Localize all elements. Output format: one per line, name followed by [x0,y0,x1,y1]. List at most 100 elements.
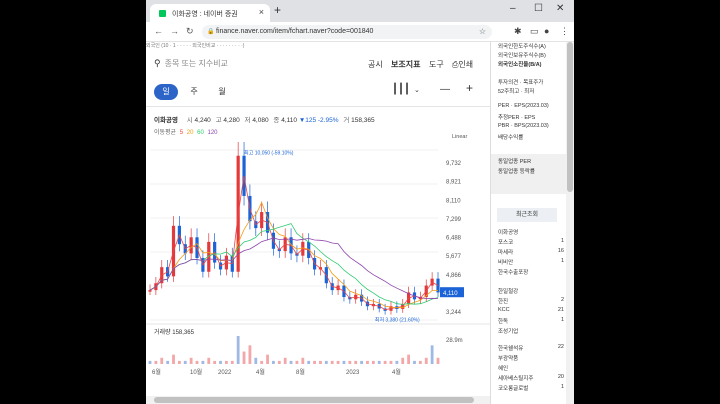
browser-tab[interactable]: 이화공영 : 네이버 증권 × [150,4,270,22]
price-chart[interactable]: 9,732 8,921 8,110 7,299 6,488 5,677 4,866 3,244… [146,142,490,404]
ma-label: 이동평균 [154,130,177,136]
reload-icon[interactable]: ↻ [186,26,194,37]
open-value: 4,240 [194,117,211,124]
bookmark-star-icon[interactable]: ☆ [479,27,486,36]
extensions-icon[interactable]: ✱ [514,26,522,37]
volume-bar [260,360,264,364]
volume-bar [324,360,328,364]
volume-bar [272,360,275,364]
x-tick-label: 2022 [218,370,232,376]
volume-bar [242,351,246,364]
forward-icon[interactable]: → [170,26,179,36]
close-window-icon[interactable]: ✕ [556,3,564,14]
volume-bar [348,360,352,364]
volume-bar [430,345,434,364]
recent-item[interactable]: 혜인 [498,364,508,372]
ma-20[interactable]: 20 [187,130,194,136]
profile-icon[interactable]: ● [544,26,549,36]
menu-print[interactable]: ⎙인쇄 [452,59,473,70]
recent-item[interactable]: 부광약품 [498,354,518,362]
naver-favicon-icon [159,10,166,17]
volume-bar [289,360,293,364]
sidebar-scrollbar[interactable] [566,42,574,404]
compare-search[interactable]: ⚲ 종목 또는 지수비교 [154,58,228,69]
volume-bar [354,360,358,364]
recent-title: 최근조회 [497,208,557,222]
scroll-thumb[interactable] [567,42,573,192]
volume-bar [383,360,387,364]
recent-item-count: 1 [560,258,564,264]
volume-bar [172,354,175,364]
ma-120[interactable]: 120 [208,130,218,136]
sidepanel-icon[interactable]: ▭ [530,26,539,37]
recent-item[interactable]: 코오롱글로벌 [498,384,528,392]
industry-per: 동일업종 PER [498,159,532,165]
tab-day[interactable]: 일 [154,84,178,100]
recent-item[interactable]: KCC [498,307,510,313]
stock-name: 이화공영 [154,117,178,124]
volume-bar [183,360,187,364]
menu-tools[interactable]: 도구 [429,59,444,70]
volume-bar [418,360,422,364]
top-strip: 외국인 (10 · 1 · · · · · 외국인비교 · · · · · · … [146,43,245,48]
volume-bar [371,360,375,364]
recent-item[interactable]: 한진 [498,297,508,305]
search-placeholder: 종목 또는 지수비교 [164,59,228,68]
menu-disclosure[interactable]: 공시 [368,59,383,70]
back-icon[interactable]: ← [154,26,163,36]
tab-close-button[interactable]: × [259,7,264,17]
volume-bar [154,360,158,364]
volume-bar [283,357,287,364]
address-bar[interactable]: 🔒 finance.naver.com/item/fchart.naver?co… [202,25,492,39]
y-tick-label: 8,921 [446,180,462,186]
tab-month[interactable]: 월 [210,84,234,100]
recent-item[interactable]: 이화공영 [498,228,518,236]
menu-icon[interactable]: ⋮ [560,26,569,37]
recent-item[interactable]: 한국수출포장 [498,268,528,276]
high-label: 고 [215,117,222,124]
recent-item[interactable]: 한독 [498,317,508,325]
high-annotation: 최고 10,050 (-59.10%) [244,150,294,157]
change-value: ▼125 -2.95% [298,117,339,124]
volume-bar [248,345,252,364]
h-scroll-thumb[interactable] [154,397,474,403]
volume-label: 거 [343,117,350,124]
zoom-out-icon[interactable]: — [440,84,450,95]
volume-bar [213,360,217,364]
menu-indicators[interactable]: 보조지표 [391,59,420,70]
volume-bar [366,360,369,364]
pbr-bps: PBR · BPS(2023.03) [498,123,549,129]
recent-item[interactable]: 포스코 [498,238,513,246]
low-annotation: 최저 3,380 (21.60%) [375,317,420,324]
scale-mode-select[interactable]: Linear [452,134,467,140]
volume-bar [413,360,416,364]
recent-item[interactable]: 마세라 [498,248,513,256]
recent-item-count: 1 [560,317,564,323]
ma-60[interactable]: 60 [197,130,204,136]
chevron-down-icon[interactable]: ⌄ [414,86,420,94]
volume-bar [201,360,205,364]
new-tab-button[interactable]: + [274,3,281,17]
y-tick-label: 3,244 [446,310,462,316]
tab-week[interactable]: 주 [182,84,206,100]
recent-item[interactable]: 비비안 [498,258,513,266]
horizontal-scrollbar[interactable] [146,396,490,404]
foreign-ratio: 외국인소진율(B/A) [498,62,542,68]
zoom-in-icon[interactable]: + [466,81,473,95]
recent-item[interactable]: 세아베스틸지주 [498,374,533,382]
maximize-icon[interactable]: ☐ [534,3,543,14]
volume-bar [236,336,240,364]
recent-item-count: 2 [560,297,564,303]
volume-bar [277,360,281,364]
close-value: 4,110 [281,117,297,124]
recent-item-count: 16 [557,248,564,254]
recent-item-count: 1 [560,238,564,244]
recent-item[interactable]: 한국쉘석유 [498,344,523,352]
ma-5[interactable]: 5 [180,130,183,136]
recent-item[interactable]: 조성기업 [498,327,518,335]
last-price-label: 4,110 [443,291,458,297]
candle-type-icon[interactable]: ┃┃┃ [392,84,410,95]
recent-item[interactable]: 한일철강 [498,287,518,295]
x-tick-label: 6월 [152,368,161,376]
minimize-icon[interactable]: – [510,3,516,14]
